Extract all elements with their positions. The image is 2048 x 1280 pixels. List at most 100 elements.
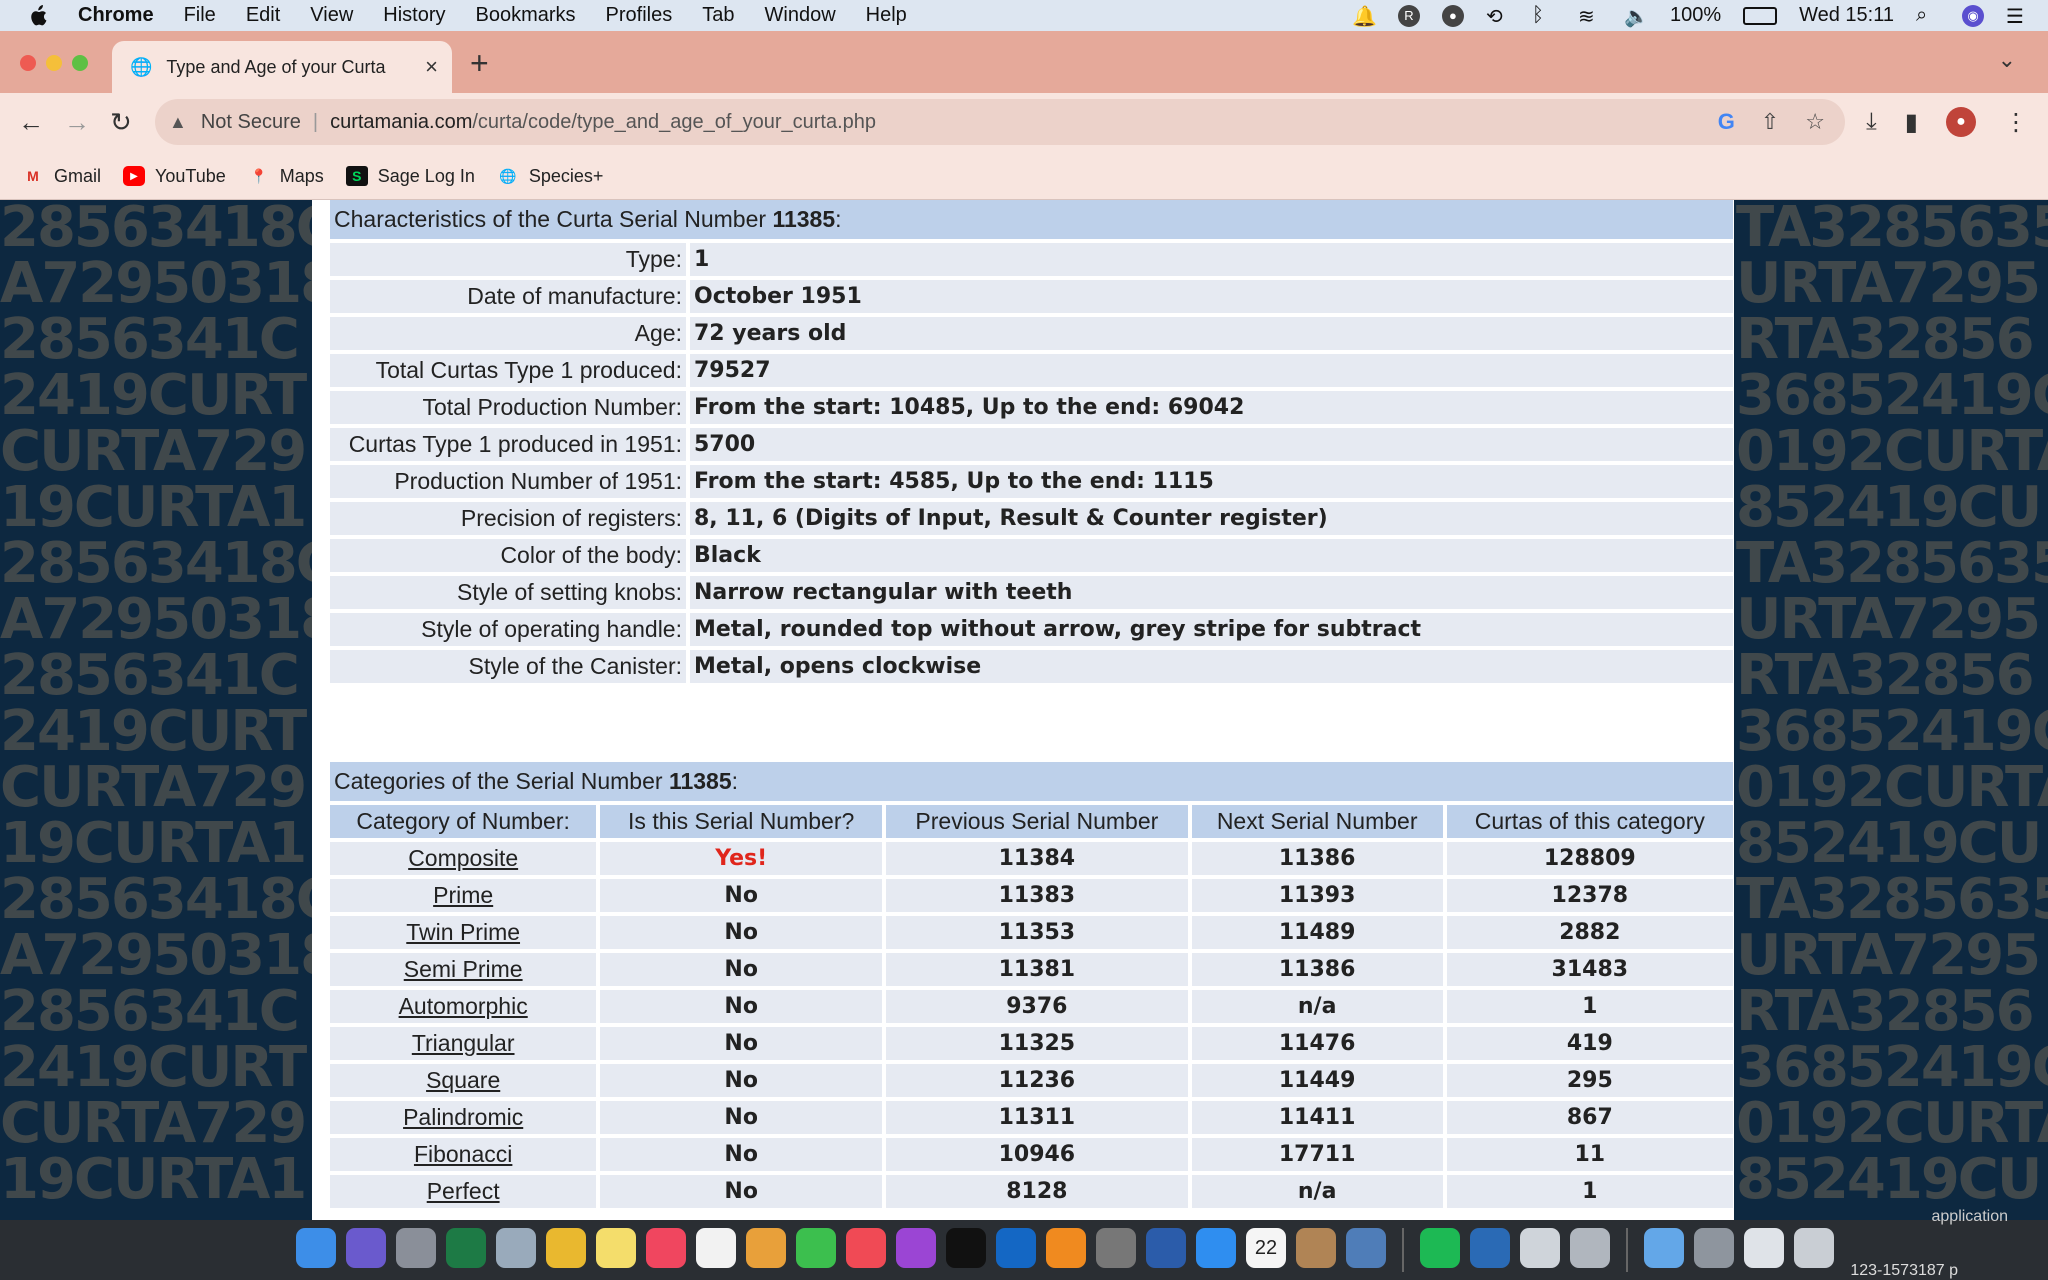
bookmark-youtube[interactable]: ▶ YouTube <box>123 166 226 187</box>
menubar-clock[interactable]: Wed 15:11 <box>1799 4 1894 27</box>
close-tab-icon[interactable]: × <box>425 54 438 80</box>
r-status-icon[interactable]: R <box>1397 4 1420 27</box>
bookmark-maps[interactable]: 📍 Maps <box>248 166 324 187</box>
tab-active[interactable]: 🌐 Type and Age of your Curta × <box>112 41 452 93</box>
characteristic-label: Precision of registers: <box>330 502 686 535</box>
close-window-button[interactable] <box>20 55 36 71</box>
back-button[interactable]: ← <box>18 107 44 138</box>
category-link[interactable]: Twin Prime <box>406 919 520 945</box>
control-center-icon[interactable]: ☰ <box>2006 4 2030 28</box>
menu-bookmarks[interactable]: Bookmarks <box>476 4 576 27</box>
bluetooth-icon[interactable]: ᛒ <box>1532 4 1556 28</box>
bookmark-label: Species+ <box>528 165 604 186</box>
chrome-icon[interactable] <box>546 1228 586 1268</box>
side-panel-icon[interactable]: ▮ <box>1905 108 1918 137</box>
menu-profiles[interactable]: Profiles <box>606 4 673 27</box>
chevron-down-icon[interactable]: ⌄ <box>1998 47 2016 73</box>
outlook-icon[interactable] <box>996 1228 1036 1268</box>
menu-view[interactable]: View <box>310 4 353 27</box>
address-bar[interactable]: ▲ Not Secure | curtamania.com/curta/code… <box>155 99 1845 145</box>
category-link[interactable]: Automorphic <box>399 993 528 1019</box>
volume-icon[interactable]: 🔈 <box>1624 4 1649 28</box>
tv-icon[interactable] <box>946 1228 986 1268</box>
url-path[interactable]: /curta/code/type_and_age_of_your_curta.p… <box>472 111 876 134</box>
trash-icon[interactable] <box>1794 1228 1834 1268</box>
bookmark-label: Sage Log In <box>377 165 475 186</box>
scanner-icon[interactable] <box>1520 1228 1560 1268</box>
profile-avatar[interactable]: ● <box>1946 107 1976 137</box>
url-domain[interactable]: curtamania.com <box>330 111 472 134</box>
app-menu-chrome[interactable]: Chrome <box>78 4 154 27</box>
launchpad-icon[interactable] <box>396 1228 436 1268</box>
category-link[interactable]: Composite <box>408 845 518 871</box>
siri-icon[interactable] <box>346 1228 386 1268</box>
music-icon[interactable] <box>646 1228 686 1268</box>
category-link[interactable]: Perfect <box>427 1178 500 1204</box>
menu-help[interactable]: Help <box>866 4 907 27</box>
preview-icon[interactable] <box>496 1228 536 1268</box>
preview-icon-2[interactable] <box>1346 1228 1386 1268</box>
contacts-icon[interactable] <box>1296 1228 1336 1268</box>
news-icon[interactable] <box>846 1228 886 1268</box>
siri-icon[interactable]: ◉ <box>1962 4 1984 27</box>
podcasts-icon[interactable] <box>896 1228 936 1268</box>
reload-button[interactable]: ↻ <box>110 107 132 138</box>
photos-icon[interactable] <box>746 1228 786 1268</box>
bookmark-sage[interactable]: S Sage Log In <box>345 165 475 187</box>
maximize-window-button[interactable] <box>72 55 88 71</box>
app-store-icon[interactable] <box>1196 1228 1236 1268</box>
wifi-icon[interactable]: ≋ <box>1578 4 1602 28</box>
spotify-icon[interactable] <box>1420 1228 1460 1268</box>
finder-icon[interactable] <box>296 1228 336 1268</box>
page-viewport[interactable]: 28563418CU A72950318 2856341C 2419CURT C… <box>0 200 2048 1220</box>
word-icon[interactable] <box>1146 1228 1186 1268</box>
category-link[interactable]: Prime <box>433 882 493 908</box>
characteristic-row: Precision of registers: 8, 11, 6 (Digits … <box>330 502 1733 535</box>
folder-icon[interactable] <box>1644 1228 1684 1268</box>
bookmark-gmail[interactable]: M Gmail <box>22 166 101 187</box>
security-indicator[interactable]: Not Secure <box>201 111 301 134</box>
document-icon[interactable] <box>1744 1228 1784 1268</box>
facetime-icon[interactable] <box>796 1228 836 1268</box>
download-icon[interactable]: ⤓ <box>1866 108 1877 136</box>
previous-serial-cell: 11311 <box>886 1101 1188 1134</box>
bookmark-star-icon[interactable]: ☆ <box>1805 109 1825 135</box>
books-icon[interactable] <box>1046 1228 1086 1268</box>
time-machine-icon[interactable]: ⟲ <box>1486 4 1510 28</box>
minimize-window-button[interactable] <box>46 55 62 71</box>
menu-tab[interactable]: Tab <box>702 4 734 27</box>
menu-edit[interactable]: Edit <box>246 4 280 27</box>
bookmark-species[interactable]: 🌐 Species+ <box>497 165 604 187</box>
notification-bell-icon[interactable]: 🔔 <box>1352 4 1377 28</box>
category-link[interactable]: Semi Prime <box>404 956 523 982</box>
excel-icon[interactable] <box>446 1228 486 1268</box>
r-icon[interactable] <box>1470 1228 1510 1268</box>
bartender-icon[interactable]: ● <box>1441 4 1464 27</box>
calendar-icon[interactable]: 22 <box>1246 1228 1286 1268</box>
printer-icon[interactable] <box>1570 1228 1610 1268</box>
category-link[interactable]: Palindromic <box>403 1104 523 1130</box>
next-serial-cell: 11393 <box>1191 879 1443 912</box>
battery-icon[interactable] <box>1743 6 1778 25</box>
menu-window[interactable]: Window <box>765 4 836 27</box>
desktop-file-label[interactable]: application <box>1932 1208 2009 1226</box>
forward-button[interactable]: → <box>64 107 90 138</box>
next-serial-cell: 11411 <box>1191 1101 1443 1134</box>
notes-icon[interactable] <box>596 1228 636 1268</box>
system-preferences-icon[interactable] <box>1096 1228 1136 1268</box>
desktop-file-label-2[interactable]: 123-1573187 p <box>1850 1262 1958 1280</box>
category-link[interactable]: Triangular <box>412 1030 515 1056</box>
category-link[interactable]: Square <box>426 1067 500 1093</box>
share-icon[interactable]: ⇧ <box>1761 109 1779 135</box>
more-menu-icon[interactable]: ⋮ <box>2004 108 2028 137</box>
help-icon[interactable] <box>1694 1228 1734 1268</box>
google-lens-icon[interactable]: G <box>1718 109 1735 135</box>
reminders-icon[interactable] <box>696 1228 736 1268</box>
spotlight-search-icon[interactable]: ⌕ <box>1916 4 1940 28</box>
apple-icon[interactable] <box>28 4 48 27</box>
menu-file[interactable]: File <box>184 4 216 27</box>
warning-icon[interactable]: ▲ <box>169 112 187 133</box>
new-tab-button[interactable]: + <box>470 45 489 82</box>
menu-history[interactable]: History <box>383 4 445 27</box>
category-link[interactable]: Fibonacci <box>414 1141 512 1167</box>
